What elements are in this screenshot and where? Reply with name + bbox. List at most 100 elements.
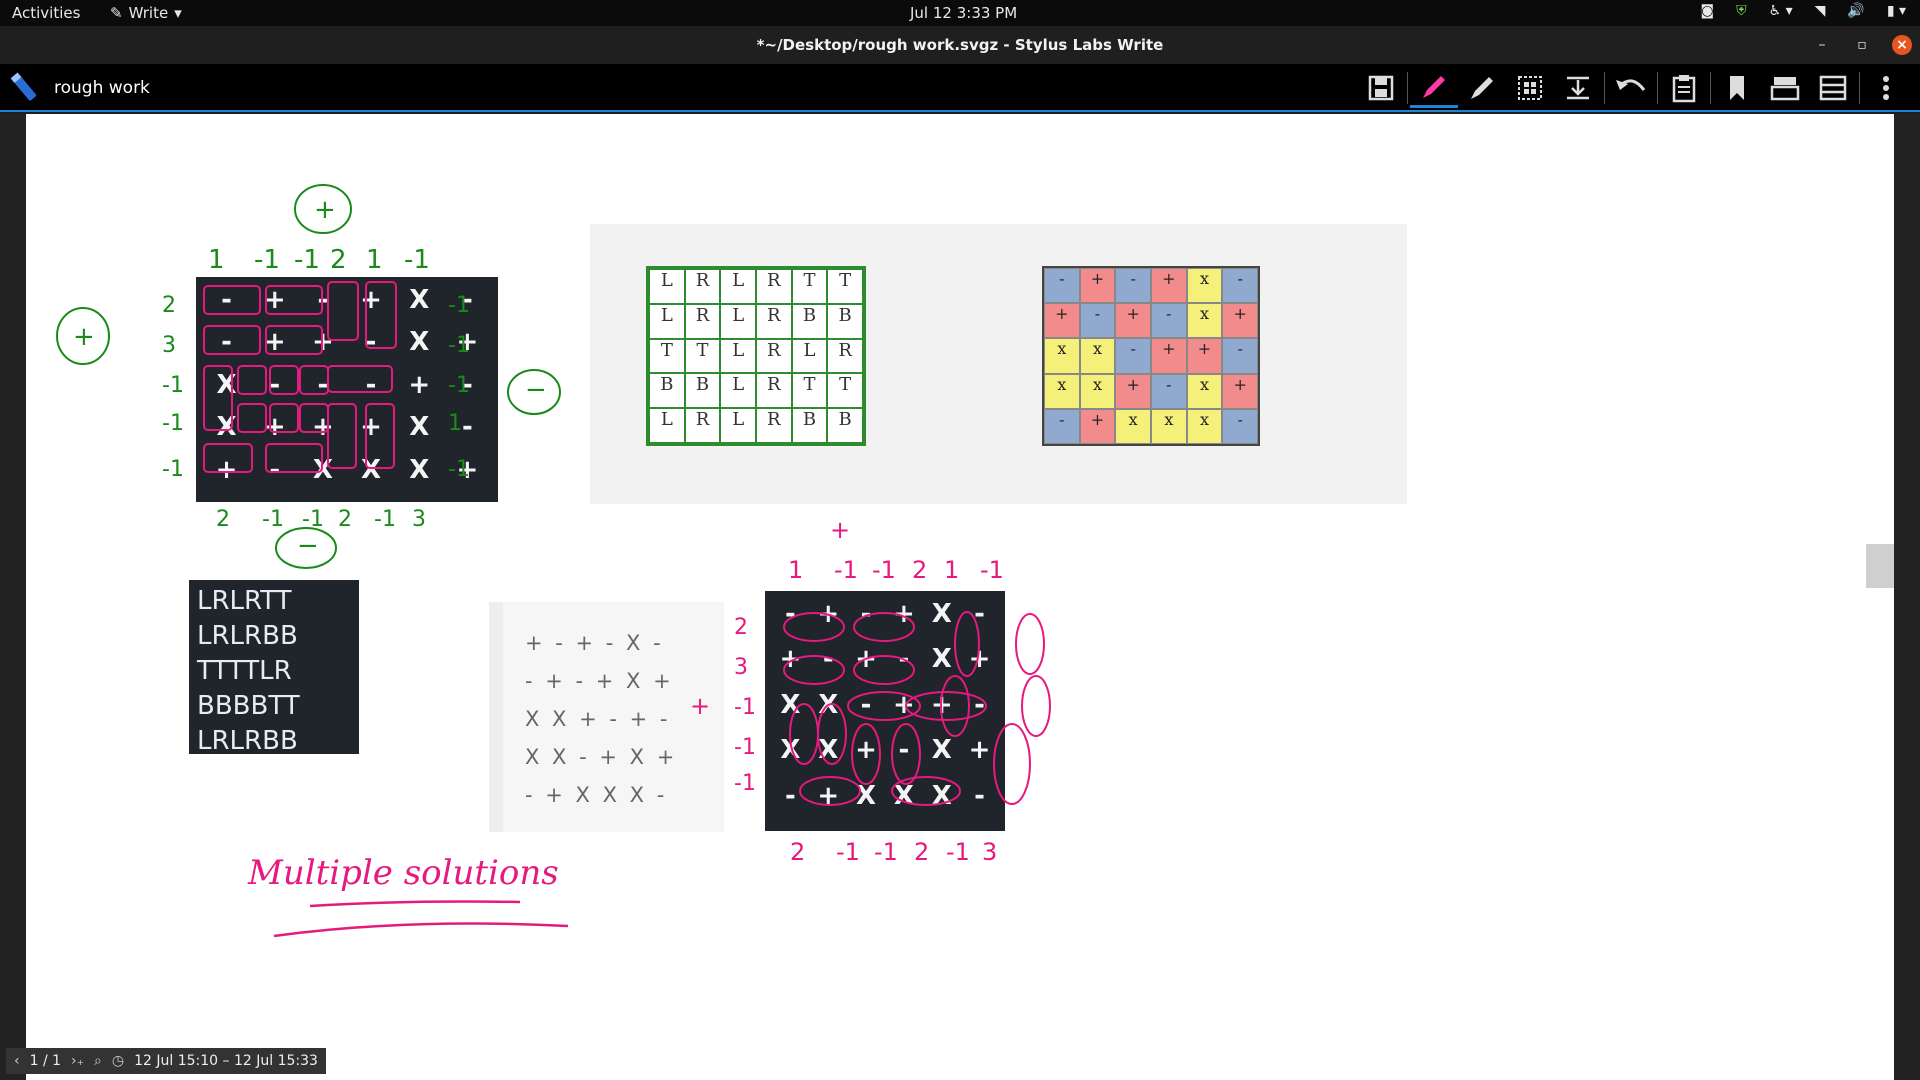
bookmark-icon <box>1730 76 1744 100</box>
domino-box <box>203 443 253 473</box>
pen-tool-button[interactable] <box>1410 68 1458 108</box>
clock-icon: ◷ <box>111 1053 125 1069</box>
underline <box>273 922 569 938</box>
column-count-label: -1 <box>872 556 896 584</box>
save-button[interactable] <box>1357 68 1405 108</box>
close-button[interactable]: × <box>1892 35 1912 55</box>
search-icon[interactable]: ⌕ <box>94 1053 102 1069</box>
row-count-label: -1 <box>734 771 756 796</box>
bookmark-button[interactable] <box>1713 68 1761 108</box>
clock[interactable]: Jul 12 3:33 PM <box>910 4 1017 22</box>
insert-space-icon <box>1567 76 1589 100</box>
row-count-label: 1 <box>448 411 462 436</box>
toolbar-separator <box>1859 72 1860 104</box>
column-count-label: -1 <box>834 556 858 584</box>
pages-icon <box>1770 77 1800 101</box>
column-count-label: 1 <box>208 245 225 275</box>
volume-icon[interactable]: 🔊 <box>1847 3 1864 19</box>
domino-loop <box>847 691 921 721</box>
domino-box <box>327 281 359 341</box>
column-count-label: 2 <box>338 507 352 532</box>
column-count-label: 1 <box>944 556 959 584</box>
insert-space-button[interactable] <box>1554 68 1602 108</box>
overflow-menu-button[interactable] <box>1862 68 1910 108</box>
domino-loop <box>940 675 970 737</box>
column-count-label: -1 <box>874 838 898 866</box>
handwritten-note: Multiple solutions <box>247 853 559 893</box>
domino-loop <box>853 655 915 685</box>
domino-loop <box>954 611 980 677</box>
row-count-label: 2 <box>162 293 176 318</box>
page-indicator[interactable]: 1 / 1 <box>30 1053 61 1069</box>
toolbar-separator <box>1710 72 1711 104</box>
row-count-label: -1 <box>734 695 756 720</box>
side-scroll-handle[interactable] <box>1866 544 1894 588</box>
chevron-down-icon: ▾ <box>174 4 182 22</box>
app-logo-icon <box>10 72 37 101</box>
window-title-bar: *~/Desktop/rough work.svgz - Stylus Labs… <box>0 26 1920 64</box>
time-range: 12 Jul 15:10 – 12 Jul 15:33 <box>134 1053 318 1069</box>
toolbar-separator <box>1604 72 1605 104</box>
system-top-bar: Activities ✎ Write ▾ Jul 12 3:33 PM ◙ ⛨ … <box>0 0 1920 26</box>
prev-page-icon[interactable]: ‹ <box>14 1053 20 1069</box>
domino-loop <box>851 723 881 785</box>
undo-icon <box>1616 79 1646 91</box>
domino-loop <box>817 703 847 765</box>
screenshot-icon[interactable]: ◙ <box>1700 3 1714 19</box>
domino-box <box>365 403 395 469</box>
domino-loop <box>1021 675 1051 737</box>
battery-icon[interactable]: ▮ ▾ <box>1887 3 1906 19</box>
row-count-label: -1 <box>448 293 470 318</box>
selection-tool-button[interactable] <box>1506 68 1554 108</box>
pen-icon: ✎ <box>110 4 123 22</box>
add-page-icon[interactable]: ›₊ <box>71 1053 84 1069</box>
selection-icon <box>1518 76 1542 100</box>
column-count-label: 3 <box>412 507 426 532</box>
clipboard-button[interactable] <box>1660 68 1708 108</box>
row-count-label: 3 <box>734 655 748 680</box>
document-name[interactable]: rough work <box>54 78 150 98</box>
column-count-label: -1 <box>374 507 396 532</box>
plus-label: + <box>830 516 850 544</box>
domino-box <box>203 285 261 315</box>
toolbar-separator <box>1407 72 1408 104</box>
restore-button[interactable]: ▫ <box>1852 35 1872 55</box>
undo-button[interactable] <box>1607 68 1655 108</box>
eraser-tool-button[interactable] <box>1458 68 1506 108</box>
minus-label: − <box>297 531 319 561</box>
shield-icon[interactable]: ⛨ <box>1736 3 1747 19</box>
pages-button[interactable] <box>1761 68 1809 108</box>
system-tray[interactable]: ◙ ⛨ ♿ ▾ ◥ 🔊 ▮ ▾ <box>1700 3 1906 19</box>
domino-loop <box>891 723 921 785</box>
domino-box <box>327 365 393 393</box>
column-count-label: -1 <box>294 245 320 275</box>
window-title: *~/Desktop/rough work.svgz - Stylus Labs… <box>756 36 1164 54</box>
column-count-label: -1 <box>836 838 860 866</box>
domino-box <box>265 285 323 315</box>
column-count-label: 2 <box>330 245 347 275</box>
accessibility-icon[interactable]: ♿ ▾ <box>1769 3 1793 19</box>
canvas-page[interactable]: - + - + X - - + + - X + X - - - + - X + + + X - + - X X X + LRLRTT LR… <box>26 114 1894 1080</box>
save-icon <box>1368 75 1394 101</box>
activities-button[interactable]: Activities <box>12 4 80 22</box>
row-count-label: -1 <box>448 457 470 482</box>
row-count-label: -1 <box>448 333 470 358</box>
column-count-label: -1 <box>946 838 970 866</box>
wifi-icon[interactable]: ◥ <box>1815 3 1826 19</box>
column-count-label: 2 <box>216 507 230 532</box>
minimize-button[interactable]: – <box>1812 35 1832 55</box>
status-bar: ‹ 1 / 1 ›₊ ⌕ ◷ 12 Jul 15:10 – 12 Jul 15:… <box>6 1048 326 1074</box>
row-count-label: -1 <box>448 373 470 398</box>
column-count-label: -1 <box>980 556 1004 584</box>
domino-box <box>203 365 233 431</box>
row-count-label: -1 <box>734 735 756 760</box>
row-count-label: 3 <box>162 333 176 358</box>
domino-box <box>269 403 299 433</box>
domino-box <box>203 325 261 355</box>
view-layout-button[interactable] <box>1809 68 1857 108</box>
app-menu[interactable]: ✎ Write ▾ <box>110 4 182 22</box>
column-count-label: 3 <box>982 838 997 866</box>
column-count-label: 1 <box>788 556 803 584</box>
domino-box <box>299 403 329 433</box>
pen-icon <box>1423 75 1445 98</box>
